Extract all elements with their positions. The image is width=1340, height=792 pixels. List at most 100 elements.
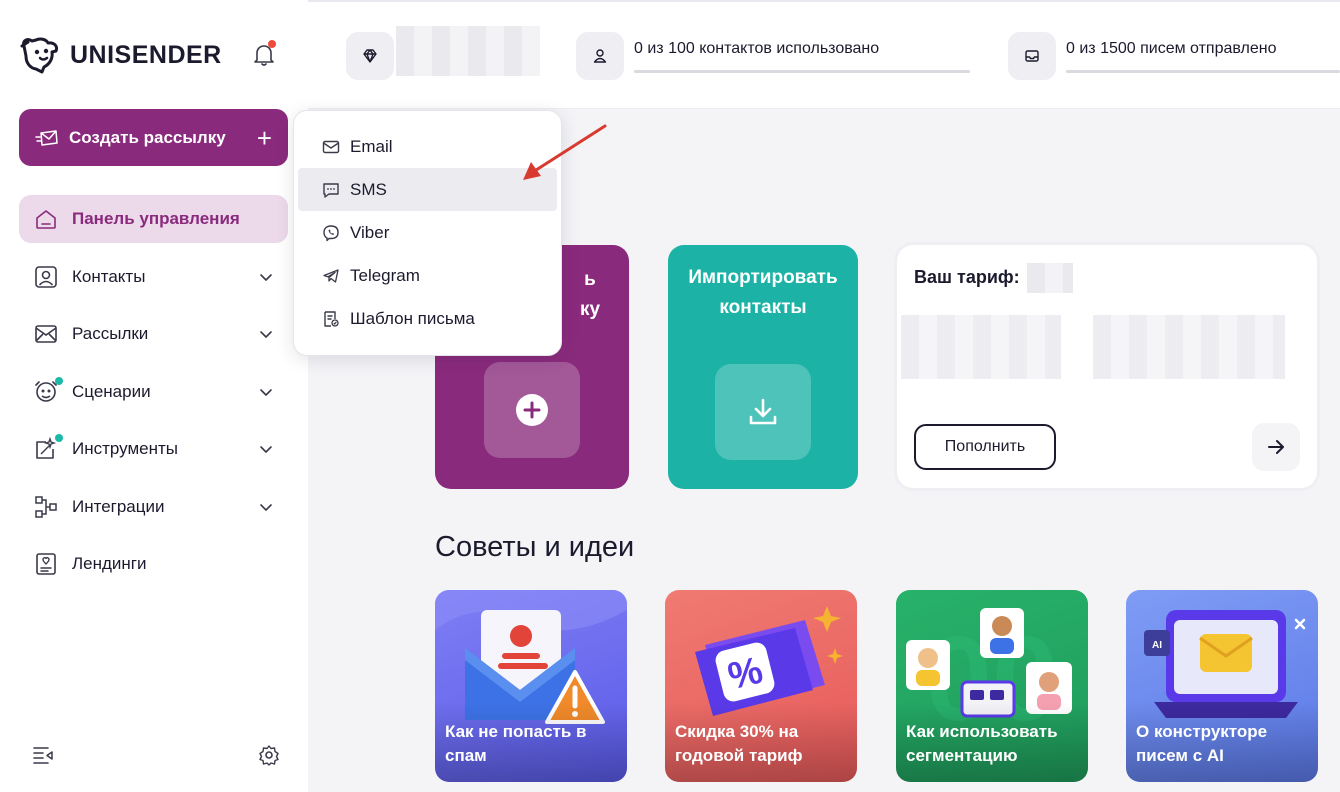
create-campaign-button[interactable]: Создать рассылку + — [19, 109, 288, 166]
emails-stat-button[interactable] — [1008, 32, 1056, 80]
sidebar: UNISENDER Создать рассылку + Панель упра… — [0, 0, 308, 792]
sidebar-item-label: Лендинги — [72, 554, 147, 573]
redacted-tariff-name — [1027, 263, 1073, 293]
dropdown-item-label: Telegram — [350, 265, 420, 285]
collapse-menu-icon[interactable] — [32, 744, 54, 766]
tip-card-spam[interactable]: Как не попасть в спам — [435, 590, 627, 782]
envelope-icon — [322, 138, 340, 156]
sidebar-item-campaigns[interactable]: Рассылки — [19, 310, 288, 358]
tip-card-line: сегментацию — [906, 746, 1018, 765]
tip-card-ai-builder[interactable]: AI О конструкторе писем с AI — [1126, 590, 1318, 782]
redacted-tariff-info — [1093, 315, 1285, 379]
chevron-down-icon — [258, 384, 274, 400]
tip-card-discount[interactable]: % Скидка 30% на годовой тариф — [665, 590, 857, 782]
contacts-usage-text: 0 из 100 контактов использовано — [634, 40, 880, 57]
brand-name: UNISENDER — [70, 40, 222, 69]
chevron-down-icon — [258, 499, 274, 515]
diamond-icon — [362, 48, 378, 64]
sidebar-item-landings[interactable]: Лендинги — [19, 540, 288, 588]
scenario-icon — [33, 377, 63, 405]
dropdown-item-label: SMS — [350, 179, 387, 199]
sidebar-item-label: Сценарии — [72, 382, 151, 401]
tip-card-line: Как не попасть в — [445, 722, 587, 741]
sidebar-item-contacts[interactable]: Контакты — [19, 253, 288, 301]
dropdown-item-label: Шаблон письма — [350, 308, 475, 328]
plus-icon: + — [256, 122, 272, 153]
create-card-title-line: ку — [579, 299, 601, 320]
sidebar-item-tools[interactable]: Инструменты — [19, 425, 288, 473]
viber-icon — [322, 224, 340, 242]
plus-circle-icon — [515, 393, 549, 427]
gear-icon[interactable] — [258, 744, 280, 766]
tip-card-line: Как использовать — [906, 722, 1058, 741]
new-badge-dot — [55, 434, 63, 442]
send-mail-icon — [35, 128, 59, 148]
import-contacts-card[interactable]: Импортировать контакты — [668, 245, 858, 489]
tip-card-line: спам — [445, 746, 487, 765]
new-badge-dot — [55, 377, 63, 385]
contacts-icon — [33, 264, 59, 290]
dropdown-item-telegram[interactable]: Telegram — [298, 254, 557, 297]
dog-logo-icon — [18, 36, 62, 74]
chevron-down-icon — [258, 326, 274, 342]
sidebar-item-integrations[interactable]: Интеграции — [19, 483, 288, 531]
create-campaign-label: Создать рассылку — [69, 127, 226, 147]
dropdown-item-label: Viber — [350, 222, 390, 242]
tip-card-text: Скидка 30% на годовой тариф — [675, 720, 849, 768]
dropdown-item-template[interactable]: Шаблон письма — [298, 297, 557, 340]
brand-logo[interactable]: UNISENDER — [18, 36, 222, 74]
sidebar-item-label: Контакты — [72, 267, 146, 286]
arrow-right-icon — [1266, 437, 1286, 457]
landing-icon — [33, 551, 59, 577]
tariff-details-button[interactable] — [1252, 423, 1300, 471]
tariff-card: Ваш тариф: Пополнить — [897, 245, 1317, 488]
import-card-title-line: контакты — [719, 297, 807, 318]
tip-card-line: О конструкторе — [1136, 722, 1268, 741]
tip-card-text: Как не попасть в спам — [445, 720, 619, 768]
tips-section-title: Советы и идеи — [435, 531, 635, 563]
tip-card-segmentation[interactable]: 00 Как использовать сегментацию — [896, 590, 1088, 782]
sidebar-item-label: Инструменты — [72, 439, 179, 458]
sidebar-item-label: Интеграции — [72, 497, 165, 516]
contacts-stat-button[interactable] — [576, 32, 624, 80]
sms-icon — [322, 181, 340, 199]
chevron-down-icon — [258, 269, 274, 285]
import-card-title: Импортировать контакты — [668, 263, 858, 323]
sidebar-item-dashboard[interactable]: Панель управления — [19, 195, 288, 243]
create-card-icon-box — [484, 362, 580, 458]
redacted-tariff-info — [901, 315, 1061, 379]
contacts-usage-bar — [634, 70, 970, 73]
dropdown-item-label: Email — [350, 136, 393, 156]
annotation-arrow — [523, 124, 607, 180]
emails-usage-text: 0 из 1500 писем отправлено — [1066, 40, 1277, 57]
tariff-badge-button[interactable] — [346, 32, 394, 80]
tariff-title: Ваш тариф: — [914, 267, 1020, 287]
top-header: 0 из 100 контактов использовано 0 из 150… — [308, 2, 1340, 109]
template-icon — [322, 310, 340, 328]
download-icon — [748, 397, 778, 427]
tools-icon — [33, 434, 63, 462]
tip-card-line: Скидка 30% на — [675, 722, 799, 741]
import-card-title-line: Импортировать — [688, 267, 838, 288]
tip-card-text: Как использовать сегментацию — [906, 720, 1080, 768]
sidebar-item-label: Рассылки — [72, 324, 149, 343]
home-icon — [33, 206, 59, 232]
user-icon — [592, 48, 608, 64]
emails-usage-bar — [1066, 70, 1340, 73]
create-card-title: ь ку — [555, 265, 625, 325]
tip-card-line: годовой тариф — [675, 746, 803, 765]
import-card-icon-box — [715, 364, 811, 460]
sidebar-item-label: Панель управления — [72, 209, 240, 228]
dropdown-item-viber[interactable]: Viber — [298, 211, 557, 254]
integrations-icon — [33, 494, 59, 520]
create-card-title-line: ь — [584, 269, 596, 290]
sidebar-footer — [32, 744, 280, 766]
chevron-down-icon — [258, 441, 274, 457]
redacted-account-name — [396, 26, 540, 76]
mail-icon — [33, 321, 59, 347]
topup-button[interactable]: Пополнить — [914, 424, 1056, 470]
tip-card-line: писем с AI — [1136, 746, 1224, 765]
sidebar-item-scenarios[interactable]: Сценарии — [19, 368, 288, 416]
tip-card-text: О конструкторе писем с AI — [1136, 720, 1310, 768]
svg-text:AI: AI — [1152, 640, 1162, 651]
